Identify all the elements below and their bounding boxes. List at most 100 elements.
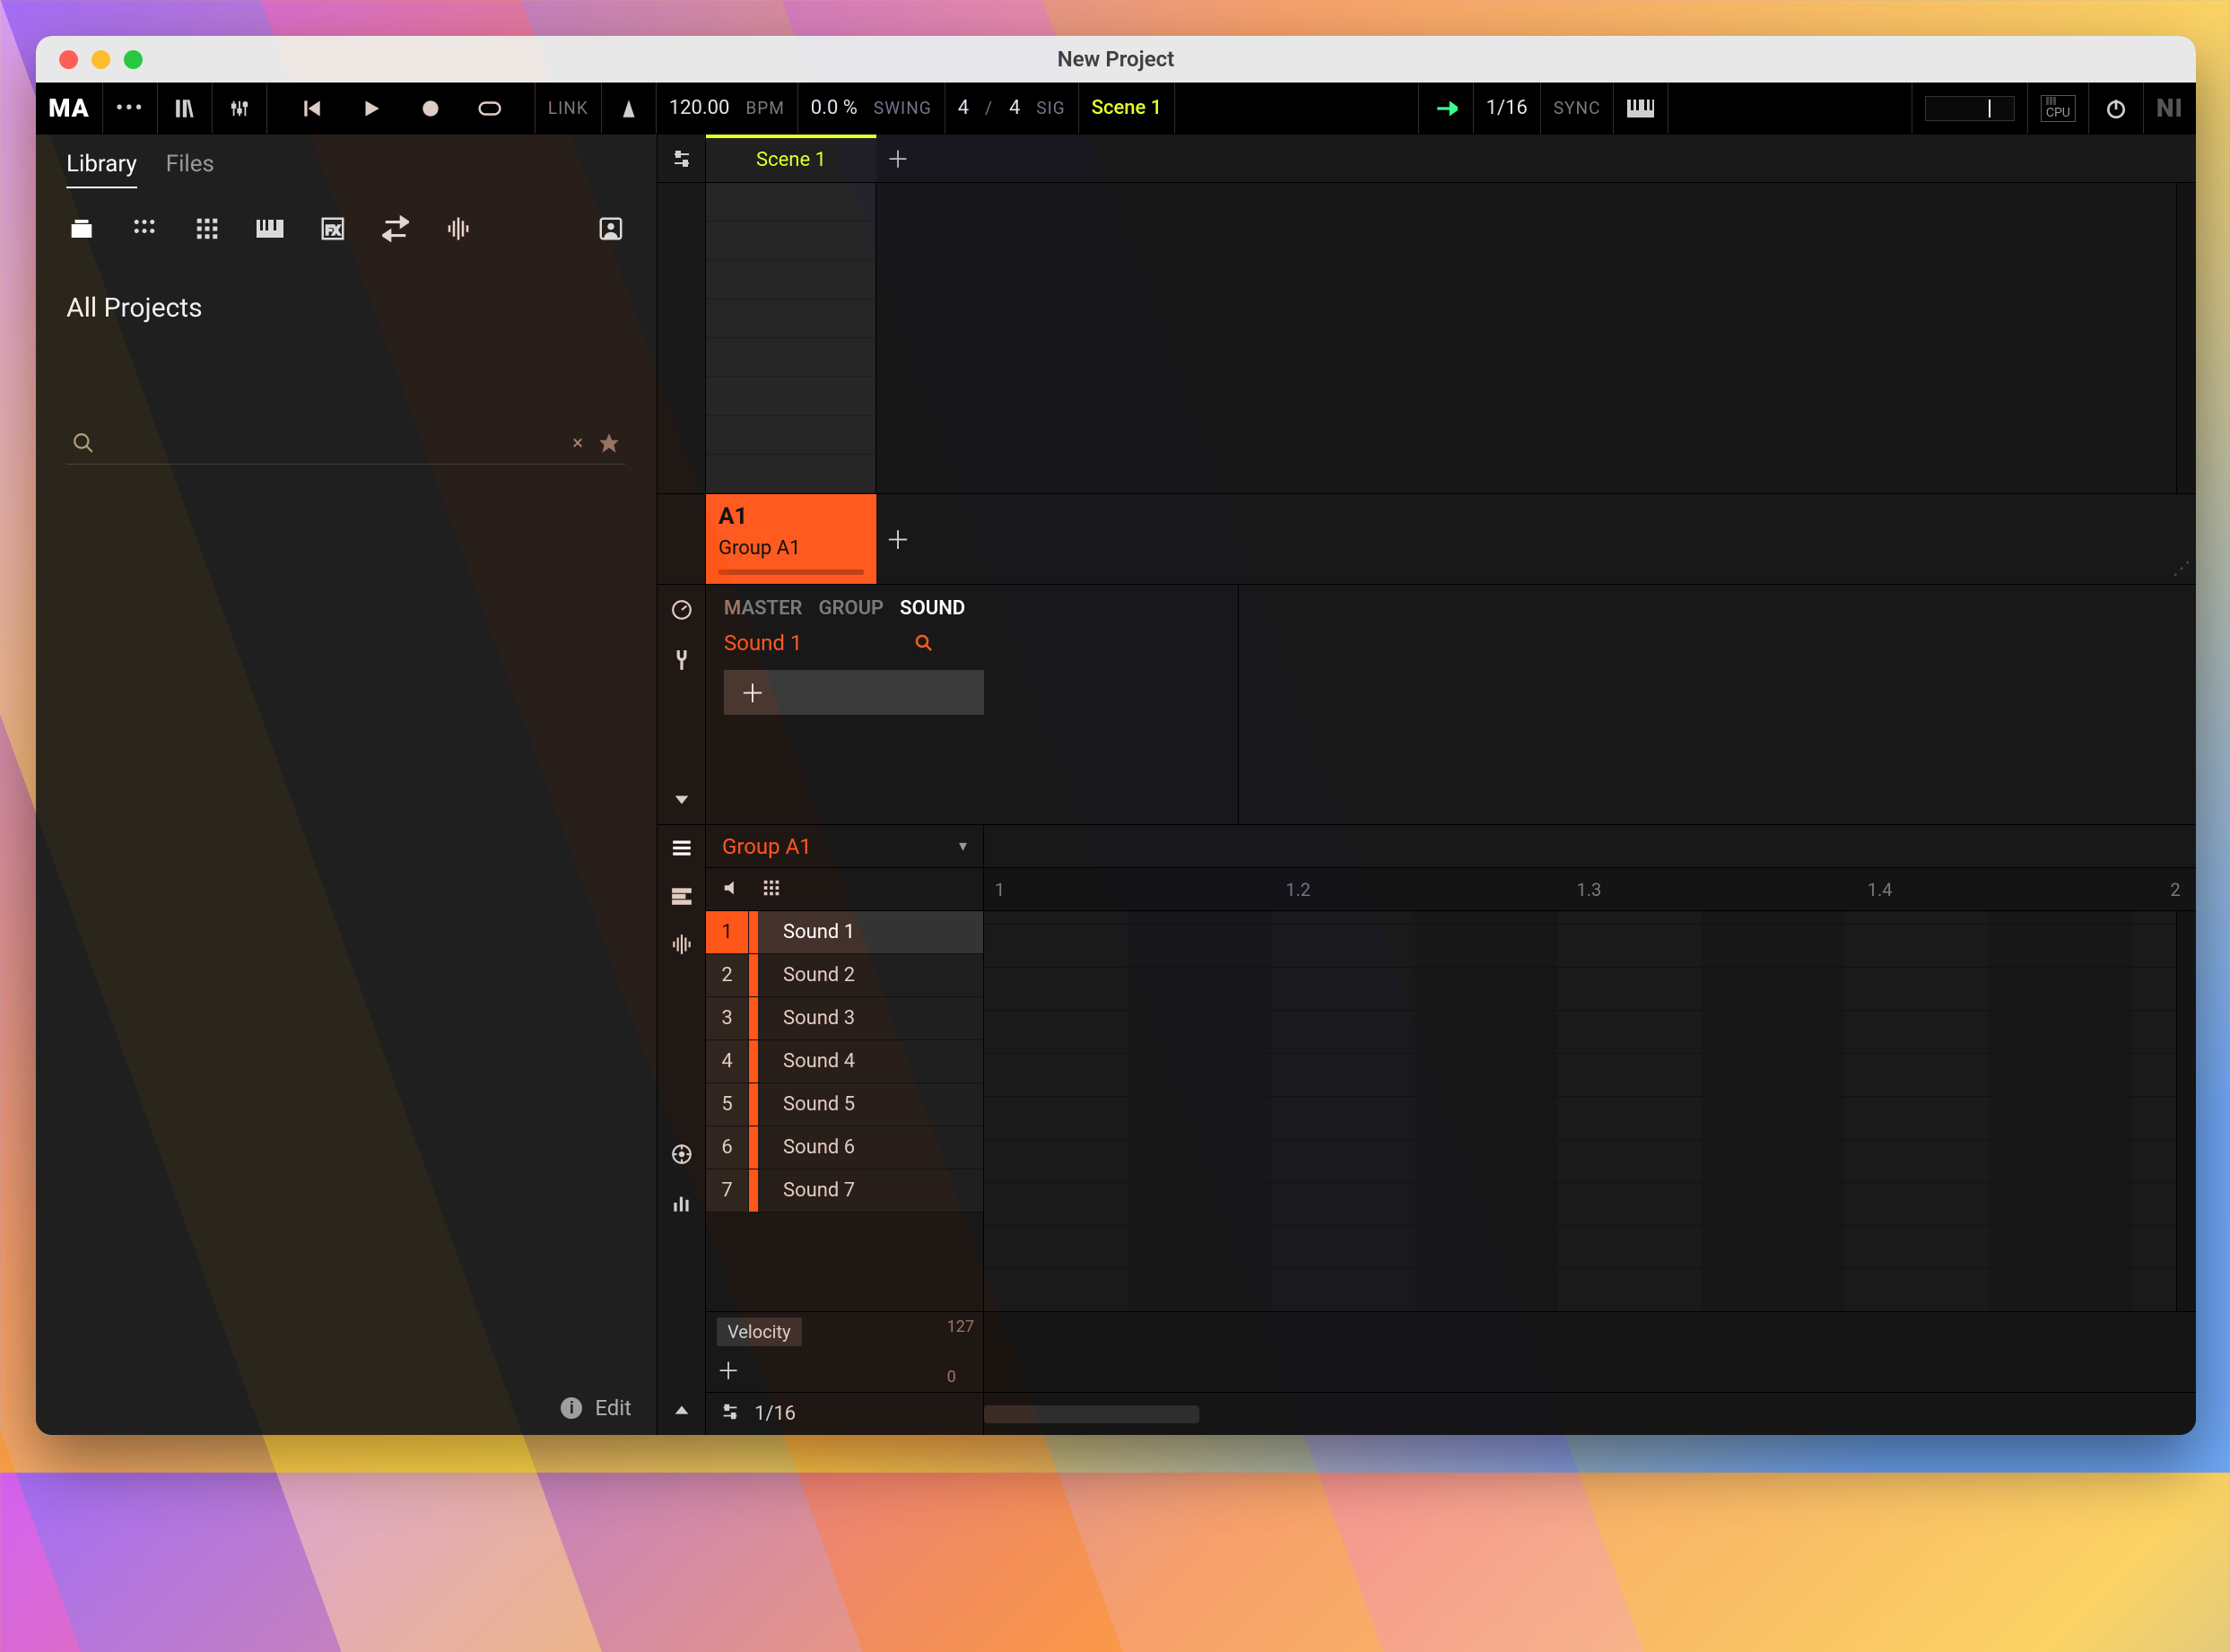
master-meter (1925, 96, 2015, 121)
plugin-slot-icon[interactable] (667, 646, 696, 674)
tempo-value[interactable]: 120.00 (669, 97, 730, 119)
pattern-ruler[interactable]: 1 1.2 1.3 1.4 2 (984, 868, 2196, 910)
metronome-icon[interactable] (614, 94, 643, 123)
keyboard-icon[interactable] (1626, 94, 1655, 123)
samples-filter-icon[interactable] (443, 213, 474, 244)
track-row[interactable]: 3 Sound 3 (706, 997, 983, 1040)
record-button[interactable] (416, 94, 445, 123)
pattern-cells[interactable] (706, 183, 876, 493)
menu-icon[interactable]: ••• (116, 94, 144, 123)
browser-toggle-icon[interactable] (170, 94, 199, 123)
instruments-filter-icon[interactable] (255, 213, 285, 244)
play-button[interactable] (357, 94, 386, 123)
user-content-icon[interactable] (596, 213, 626, 244)
velocity-lane: Velocity ＋ 127 0 (706, 1311, 2196, 1392)
app-logo[interactable]: MA (48, 93, 90, 123)
scene-display[interactable]: Scene 1 (1092, 97, 1163, 119)
add-lane-button[interactable]: ＋ (717, 1353, 972, 1387)
arranger-scrollbar[interactable] (2176, 183, 2196, 493)
pattern-editor: Group A1 ▾ (658, 825, 2196, 1435)
grid-settings-icon[interactable] (720, 1402, 740, 1427)
loops-filter-icon[interactable] (380, 213, 411, 244)
add-plugin-button[interactable]: ＋ (724, 670, 984, 715)
browser-tab-files[interactable]: Files (166, 151, 214, 188)
group-strip: A1 Group A1 ＋ ⋰ (658, 493, 2196, 585)
right-panel: Scene 1 ＋ A1 Group A1 (658, 135, 2196, 1435)
track-name: Sound 4 (758, 1040, 983, 1082)
arranger-area (658, 183, 2196, 493)
track-list: 1 Sound 1 2 Sound 2 3 (706, 911, 984, 1311)
pattern-view-sample-icon[interactable] (670, 933, 693, 960)
track-name: Sound 6 (758, 1126, 983, 1169)
pattern-expand-icon[interactable] (672, 1401, 692, 1424)
group-cell-a1[interactable]: A1 Group A1 (706, 494, 876, 584)
resize-handle-icon[interactable]: ⋰ (2173, 557, 2191, 578)
plugin-quick-browse-icon[interactable] (667, 596, 696, 624)
browser-panel: Library Files FX (36, 135, 658, 1435)
track-row[interactable]: 1 Sound 1 (706, 911, 983, 954)
browser-tab-library[interactable]: Library (66, 151, 137, 188)
clear-search-icon[interactable]: × (572, 432, 583, 455)
pattern-hscrollbar[interactable] (984, 1405, 1199, 1423)
plugin-tab-master[interactable]: MASTER (724, 597, 802, 620)
plugin-parameters-area[interactable] (1239, 585, 2196, 824)
sound-name[interactable]: Sound 1 (724, 630, 802, 656)
add-scene-button[interactable]: ＋ (876, 135, 919, 182)
pattern-group-selector[interactable]: Group A1 ▾ (706, 825, 984, 867)
groups-filter-icon[interactable] (129, 213, 160, 244)
plugin-tab-group[interactable]: GROUP (818, 597, 884, 620)
info-icon[interactable]: i (561, 1397, 582, 1419)
pattern-bottom-bar: 1/16 (706, 1392, 2196, 1435)
swing-value[interactable]: 0.0 % (811, 97, 858, 119)
pattern-view-keyboard-icon[interactable] (670, 884, 693, 911)
grid-resolution[interactable]: 1/16 (754, 1403, 796, 1425)
track-row[interactable]: 7 Sound 7 (706, 1169, 983, 1213)
pattern-hscroll-area[interactable] (984, 1393, 2196, 1435)
projects-filter-icon[interactable] (66, 213, 97, 244)
loop-button[interactable] (475, 94, 504, 123)
cpu-meter: CPU (2041, 95, 2076, 122)
mute-icon[interactable] (722, 878, 742, 901)
plugin-collapse-icon[interactable] (667, 785, 696, 813)
track-row[interactable]: 6 Sound 6 (706, 1126, 983, 1169)
velocity-lane-icon[interactable] (670, 1191, 693, 1218)
sounds-filter-icon[interactable] (192, 213, 222, 244)
scene-tab[interactable]: Scene 1 (706, 135, 876, 182)
pattern-view-group-icon[interactable] (670, 836, 693, 863)
browser-search[interactable]: × (66, 422, 626, 465)
lane-min: 0 (947, 1368, 974, 1387)
ni-logo[interactable]: NI (2156, 93, 2183, 123)
track-row[interactable]: 5 Sound 5 (706, 1083, 983, 1126)
window-zoom-button[interactable] (124, 50, 143, 69)
edit-button[interactable]: Edit (595, 1396, 632, 1421)
browser-heading: All Projects (36, 244, 657, 324)
timesig-num[interactable]: 4 (958, 97, 969, 119)
pattern-grid[interactable] (984, 911, 2176, 1311)
timesig-label: SIG (1036, 98, 1065, 118)
add-group-button[interactable]: ＋ (876, 494, 919, 584)
pad-view-icon[interactable] (762, 878, 781, 901)
arranger-settings-icon[interactable] (658, 135, 706, 182)
arranger-canvas[interactable] (876, 183, 2176, 493)
velocity-lane-canvas[interactable] (984, 1312, 2196, 1392)
track-row[interactable]: 2 Sound 2 (706, 954, 983, 997)
sync-label[interactable]: SYNC (1554, 98, 1601, 118)
window-close-button[interactable] (59, 50, 78, 69)
link-label[interactable]: LINK (548, 98, 588, 118)
grid-value[interactable]: 1/16 (1486, 97, 1528, 119)
modulation-icon[interactable] (670, 1143, 693, 1169)
plugin-tab-sound[interactable]: SOUND (900, 597, 965, 620)
window-minimize-button[interactable] (91, 50, 110, 69)
pattern-vscrollbar[interactable] (2176, 911, 2196, 1311)
effects-filter-icon[interactable]: FX (318, 213, 348, 244)
group-name: Group A1 (719, 537, 864, 560)
track-row[interactable]: 4 Sound 4 (706, 1040, 983, 1083)
mixer-toggle-icon[interactable] (225, 94, 254, 123)
sound-search-icon[interactable] (913, 632, 935, 654)
timesig-den[interactable]: 4 (1009, 97, 1020, 119)
favorites-icon[interactable] (597, 431, 621, 455)
follow-icon[interactable] (1432, 94, 1460, 123)
power-icon[interactable] (2102, 94, 2130, 123)
restart-button[interactable] (298, 94, 327, 123)
lane-name[interactable]: Velocity (717, 1317, 802, 1346)
